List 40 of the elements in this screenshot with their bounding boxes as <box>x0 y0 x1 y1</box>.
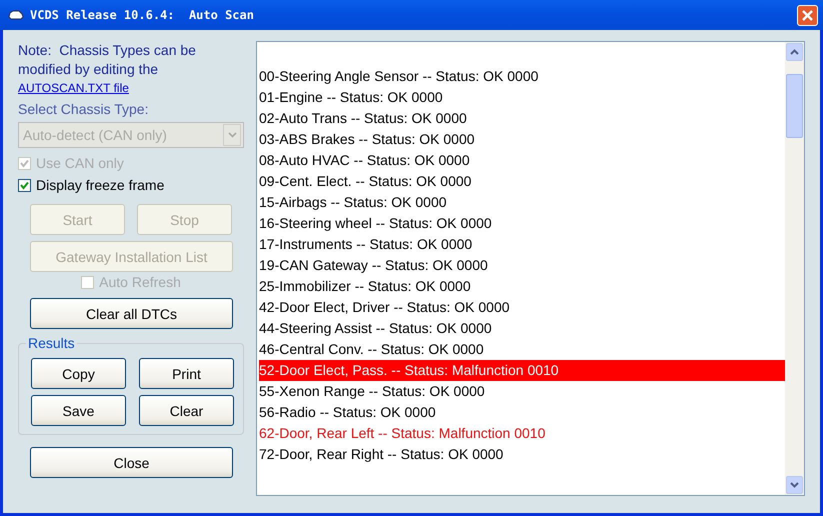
result-row[interactable]: 19-CAN Gateway -- Status: OK 0000 <box>259 255 785 276</box>
result-row[interactable]: 02-Auto Trans -- Status: OK 0000 <box>259 108 785 129</box>
scroll-down-button[interactable] <box>786 476 803 494</box>
close-icon <box>801 8 814 22</box>
results-button[interactable]: Clear <box>139 395 234 426</box>
window-title: VCDS Release 10.6.4: Auto Scan <box>30 8 255 22</box>
result-row[interactable]: 15-Airbags -- Status: OK 0000 <box>259 192 785 213</box>
check-icon <box>20 180 29 190</box>
chassis-label: Select Chassis Type: <box>18 101 150 117</box>
note-text: Note: Chassis Types can be modified by editing the <box>18 42 197 77</box>
car-icon <box>8 9 24 21</box>
result-row[interactable]: 52-Door Elect, Pass. -- Status: Malfunction 0010 <box>259 360 785 381</box>
result-row[interactable]: 56-Radio -- Status: OK 0000 <box>259 402 785 423</box>
result-row[interactable]: 09-Cent. Elect. -- Status: OK 0000 <box>259 171 785 192</box>
result-row[interactable]: 01-Engine -- Status: OK 0000 <box>259 87 785 108</box>
result-row[interactable]: 55-Xenon Range -- Status: OK 0000 <box>259 381 785 402</box>
results-button[interactable]: Copy <box>31 358 126 389</box>
result-row[interactable]: 17-Instruments -- Status: OK 0000 <box>259 234 785 255</box>
group-title: Results <box>26 335 77 351</box>
close-dialog-button[interactable]: Close <box>30 447 233 478</box>
scroll-thumb[interactable] <box>786 74 803 138</box>
file-link[interactable]: AUTOSCAN.TXT file <box>18 79 244 98</box>
result-row[interactable]: 03-ABS Brakes -- Status: OK 0000 <box>259 129 785 150</box>
result-row[interactable]: 72-Door, Rear Right -- Status: OK 0000 <box>259 444 785 465</box>
result-row[interactable]: 44-Steering Assist -- Status: OK 0000 <box>259 318 785 339</box>
scrollbar[interactable] <box>785 42 804 495</box>
close-button[interactable] <box>797 4 818 26</box>
check-icon <box>20 158 29 168</box>
result-row[interactable]: 46-Central Conv. -- Status: OK 0000 <box>259 339 785 360</box>
clear-dtcs-button[interactable]: Clear all DTCs <box>30 298 233 329</box>
result-row[interactable]: 08-Auto HVAC -- Status: OK 0000 <box>259 150 785 171</box>
scroll-up-button[interactable] <box>786 43 803 61</box>
results-button[interactable]: Print <box>139 358 234 389</box>
result-row[interactable]: 00-Steering Angle Sensor -- Status: OK 0000 <box>259 66 785 87</box>
results-button[interactable]: Save <box>31 395 126 426</box>
result-row[interactable]: 62-Door, Rear Left -- Status: Malfunction 0010 <box>259 423 785 444</box>
result-row[interactable]: 16-Steering wheel -- Status: OK 0000 <box>259 213 785 234</box>
result-row[interactable]: 25-Immobilizer -- Status: OK 0000 <box>259 276 785 297</box>
result-row[interactable]: 42-Door Elect, Driver -- Status: OK 0000 <box>259 297 785 318</box>
option-checkbox[interactable]: Display freeze frame <box>18 174 244 196</box>
